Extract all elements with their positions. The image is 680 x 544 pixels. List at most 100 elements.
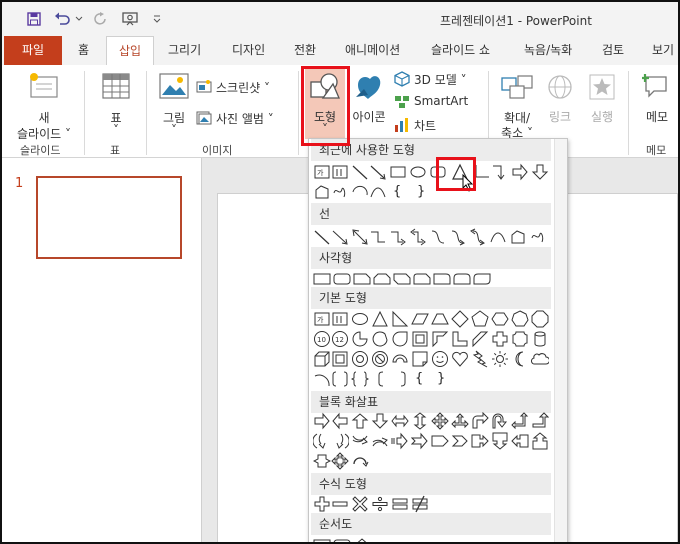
elbow-arrow-connector-shape-icon[interactable] <box>491 163 509 181</box>
screenshot-button[interactable]: 스크린샷 ˅ <box>196 77 286 97</box>
customize-toolbar-icon[interactable] <box>150 10 164 28</box>
flowchart-process-shape-icon[interactable] <box>313 537 331 544</box>
left-arrow-callout-shape-icon[interactable] <box>511 432 529 450</box>
double-brace-shape-icon[interactable] <box>351 370 369 388</box>
undo-dropdown-icon[interactable] <box>74 10 84 28</box>
smiley-face-shape-icon[interactable] <box>431 350 449 368</box>
photo-album-button[interactable]: 사진 앨범 ˅ <box>196 109 292 129</box>
tab-view[interactable]: 보기 <box>652 36 674 65</box>
arc-shape-icon[interactable] <box>313 370 331 388</box>
chart-button[interactable]: 차트 <box>394 116 454 134</box>
left-right-up-arrow-shape-icon[interactable] <box>451 412 469 430</box>
curved-left-arrow-shape-icon[interactable] <box>331 432 349 450</box>
rectangle-shape-icon[interactable] <box>389 163 407 181</box>
rectangle-shape-icon[interactable] <box>313 270 331 288</box>
left-right-arrow-shape-icon[interactable] <box>391 412 409 430</box>
left-bracket-shape-icon[interactable] <box>373 370 391 388</box>
snip-same-side-corner-rectangle-shape-icon[interactable] <box>373 270 391 288</box>
snip-diagonal-corner-rectangle-shape-icon[interactable] <box>393 270 411 288</box>
folded-corner-shape-icon[interactable] <box>411 350 429 368</box>
arc-shape-icon[interactable] <box>351 183 369 201</box>
isosceles-triangle-shape-icon[interactable] <box>371 310 389 328</box>
picture-button[interactable]: 그림 ˅ <box>154 69 194 141</box>
round-diagonal-corner-rectangle-shape-icon[interactable] <box>473 270 491 288</box>
action-button[interactable]: 실행 <box>582 69 622 139</box>
quad-arrow-callout-shape-icon[interactable] <box>331 452 349 470</box>
curve-shape-icon[interactable] <box>369 183 387 201</box>
icons-button[interactable]: 아이콘 <box>348 69 390 139</box>
heptagon-shape-icon[interactable] <box>511 310 529 328</box>
rounded-rectangle-shape-icon[interactable] <box>333 270 351 288</box>
cloud-shape-icon[interactable] <box>531 350 549 368</box>
bent-up-arrow-shape-icon[interactable] <box>531 412 549 430</box>
notched-right-arrow-shape-icon[interactable] <box>411 432 429 450</box>
flowchart-alternate-process-shape-icon[interactable] <box>333 537 351 544</box>
tab-design[interactable]: 디자인 <box>232 36 265 65</box>
slide-thumbnail[interactable] <box>36 176 182 259</box>
tab-slideshow[interactable]: 슬라이드 쇼 <box>431 36 490 65</box>
chord-shape-icon[interactable] <box>371 330 389 348</box>
smartart-button[interactable]: SmartArt <box>394 93 474 111</box>
left-brace-shape-icon[interactable]: { <box>393 183 411 201</box>
gallery-scrollbar[interactable] <box>554 139 567 542</box>
present-from-beginning-icon[interactable] <box>120 10 142 28</box>
curved-right-arrow-shape-icon[interactable] <box>313 432 331 450</box>
curved-arrow-connector-shape-icon[interactable] <box>449 228 467 246</box>
quad-arrow-shape-icon[interactable] <box>431 412 449 430</box>
tab-recording[interactable]: 녹음/녹화 <box>524 36 572 65</box>
undo-icon[interactable] <box>52 10 74 28</box>
vertical-text-box-shape-icon[interactable] <box>331 163 349 181</box>
hexagon-shape-icon[interactable] <box>491 310 509 328</box>
tab-animations[interactable]: 애니메이션 <box>345 36 400 65</box>
moon-shape-icon[interactable] <box>511 350 529 368</box>
down-arrow-shape-icon[interactable] <box>371 412 389 430</box>
plaque-shape-icon[interactable] <box>511 330 529 348</box>
tab-review[interactable]: 검토 <box>602 36 624 65</box>
left-arrow-shape-icon[interactable] <box>331 412 349 430</box>
curved-double-arrow-connector-shape-icon[interactable] <box>469 228 487 246</box>
pentagon-arrow-shape-icon[interactable] <box>431 432 449 450</box>
elbow-connector-shape-icon[interactable] <box>369 228 387 246</box>
double-arrow-line-shape-icon[interactable] <box>351 228 369 246</box>
right-arrow-shape-icon[interactable] <box>511 163 529 181</box>
line-shape-icon[interactable] <box>313 228 331 246</box>
up-down-arrow-shape-icon[interactable] <box>411 412 429 430</box>
parallelogram-shape-icon[interactable] <box>411 310 429 328</box>
right-brace-shape-icon[interactable]: } <box>437 370 455 388</box>
diagonal-stripe-shape-icon[interactable] <box>471 330 489 348</box>
u-turn-arrow-shape-icon[interactable] <box>491 412 509 430</box>
right-arrow-shape-icon[interactable] <box>313 412 331 430</box>
tab-transitions[interactable]: 전환 <box>294 36 316 65</box>
divide-shape-icon[interactable] <box>371 495 389 513</box>
slide-thumbnail-pane[interactable]: 1 <box>2 158 202 542</box>
plus-shape-icon[interactable] <box>313 495 331 513</box>
minus-shape-icon[interactable] <box>331 495 349 513</box>
dodecagon-shape-icon[interactable]: 12 <box>331 330 349 348</box>
pentagon-shape-icon[interactable] <box>471 310 489 328</box>
left-brace-shape-icon[interactable]: { <box>415 370 433 388</box>
curve-shape-icon[interactable] <box>489 228 507 246</box>
right-bracket-shape-icon[interactable] <box>393 370 411 388</box>
curved-connector-shape-icon[interactable] <box>429 228 447 246</box>
save-icon[interactable] <box>24 10 44 28</box>
right-arrow-callout-shape-icon[interactable] <box>471 432 489 450</box>
up-arrow-callout-shape-icon[interactable] <box>531 432 549 450</box>
rounded-rectangle-shape-icon[interactable] <box>429 163 447 181</box>
teardrop-shape-icon[interactable] <box>391 330 409 348</box>
elbow-arrow-connector-shape-icon[interactable] <box>389 228 407 246</box>
multiply-shape-icon[interactable] <box>351 495 369 513</box>
vertical-text-box-shape-icon[interactable] <box>331 310 349 328</box>
comment-button[interactable]: 메모 <box>636 69 678 139</box>
scribble-shape-icon[interactable] <box>529 228 547 246</box>
circular-arrow-shape-icon[interactable] <box>351 452 369 470</box>
half-frame-shape-icon[interactable] <box>431 330 449 348</box>
block-arc-shape-icon[interactable] <box>391 350 409 368</box>
text-box-shape-icon[interactable]: 가 <box>313 163 331 181</box>
equal-shape-icon[interactable] <box>391 495 409 513</box>
can-shape-icon[interactable] <box>531 330 549 348</box>
snip-and-round-corner-rectangle-shape-icon[interactable] <box>413 270 431 288</box>
link-button[interactable]: 링크 <box>540 69 580 139</box>
tab-draw[interactable]: 그리기 <box>168 36 201 65</box>
redo-icon[interactable] <box>92 10 110 28</box>
curved-down-arrow-shape-icon[interactable] <box>371 432 389 450</box>
